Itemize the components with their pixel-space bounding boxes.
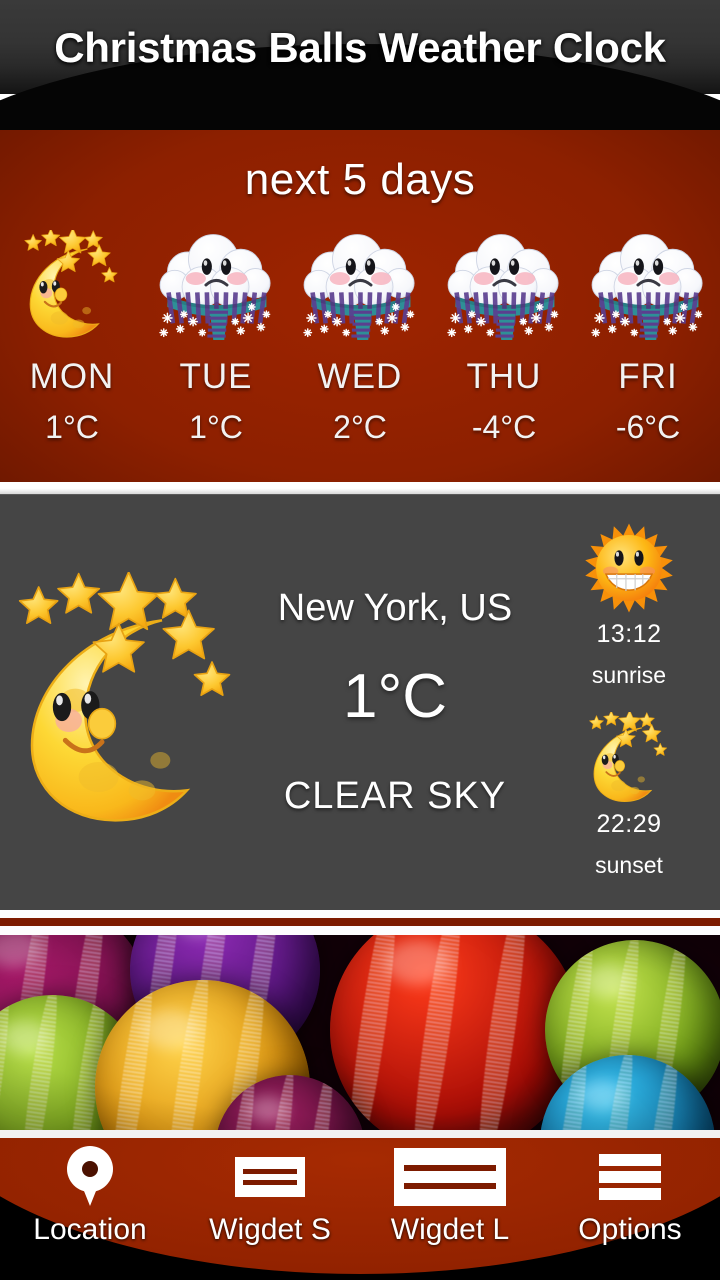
sun-icon [583, 522, 675, 614]
forecast-day-tue: TUE 1°C [144, 230, 288, 480]
christmas-balls-photo[interactable] [0, 935, 720, 1130]
hamburger-menu-icon[interactable] [599, 1146, 661, 1208]
current-description: CLEAR SKY [283, 775, 507, 817]
sunset-time: 22:29 [596, 810, 662, 838]
snow-cloud-icon [154, 230, 278, 340]
forecast-day-temperature: 2°C [333, 409, 387, 445]
banner-divider-white [0, 926, 720, 935]
current-weather-icon [2, 571, 252, 832]
forecast-day-thu: THU -4°C [432, 230, 576, 480]
current-temperature: 1°C [342, 662, 448, 731]
bottom-bar-item-location[interactable]: Location [0, 1138, 180, 1280]
sunrise-block: 13:12 sunrise [583, 522, 675, 690]
forecast-day-label: TUE [179, 357, 253, 396]
sunrise-label: sunrise [591, 662, 667, 688]
app-header: Christmas Balls Weather Clock [0, 0, 720, 130]
bottom-bar-item-wigdet-s[interactable]: Wigdet S [180, 1138, 360, 1280]
forecast-day-temperature: 1°C [189, 409, 243, 445]
forecast-day-label: THU [466, 357, 542, 396]
sunset-block: 22:29 sunset [583, 709, 675, 880]
banner-divider-white-bottom [0, 1130, 720, 1138]
snow-cloud-icon [442, 230, 566, 340]
widget-small-icon[interactable] [235, 1146, 305, 1208]
bottom-bar-item-options[interactable]: Options [540, 1138, 720, 1280]
forecast-day-label: FRI [618, 357, 678, 396]
bottom-toolbar-items: Location Wigdet S Wigdet L Options [0, 1138, 720, 1280]
bottom-bar-label: Options [578, 1213, 682, 1246]
location-pin-icon[interactable] [67, 1146, 113, 1208]
forecast-day-wed: WED 2°C [288, 230, 432, 480]
sunset-label: sunset [595, 852, 663, 878]
forecast-day-temperature: -6°C [615, 409, 681, 445]
forecast-day-label: MON [29, 357, 115, 396]
banner-divider-white-top [0, 910, 720, 918]
page-title: Christmas Balls Weather Clock [54, 24, 666, 71]
bottom-toolbar: Location Wigdet S Wigdet L Options [0, 1138, 720, 1280]
banner-area[interactable] [0, 910, 720, 1138]
moon-stars-icon [583, 709, 675, 804]
sunrise-time: 13:12 [596, 620, 662, 648]
banner-divider-red [0, 918, 720, 926]
bottom-bar-label: Wigdet L [390, 1213, 510, 1246]
forecast-day-label: WED [317, 357, 403, 396]
snow-cloud-icon [298, 230, 422, 340]
moon-stars-icon [10, 227, 134, 340]
forecast-day-mon: MON 1°C [0, 227, 144, 480]
panel-separator-top [0, 482, 720, 494]
bottom-bar-label: Location [33, 1213, 147, 1246]
forecast-title: next 5 days [244, 155, 476, 204]
weather-clock-app: Christmas Balls Weather Clock next 5 day… [0, 0, 720, 1280]
forecast-panel: next 5 days MON 1°C TUE 1°C WED 2°C THU -4°C FRI… [0, 130, 720, 482]
forecast-day-fri: FRI -6°C [576, 230, 720, 480]
forecast-days-row: MON 1°C TUE 1°C WED 2°C THU -4°C FRI -6°C [0, 227, 720, 480]
current-city: New York, US [277, 587, 513, 629]
sun-times-column: 13:12 sunrise 22:29 sunset [554, 522, 704, 880]
current-conditions-panel: New York, US 1°C CLEAR SKY 13:12 sunrise… [0, 494, 720, 910]
forecast-day-temperature: 1°C [45, 409, 99, 445]
current-center-column: New York, US 1°C CLEAR SKY [220, 494, 570, 910]
photo-vignette [0, 935, 720, 1130]
widget-large-icon[interactable] [394, 1146, 506, 1208]
bottom-bar-item-wigdet-l[interactable]: Wigdet L [360, 1138, 540, 1280]
forecast-day-temperature: -4°C [471, 409, 537, 445]
bottom-bar-label: Wigdet S [209, 1213, 331, 1246]
snow-cloud-icon [586, 230, 710, 340]
